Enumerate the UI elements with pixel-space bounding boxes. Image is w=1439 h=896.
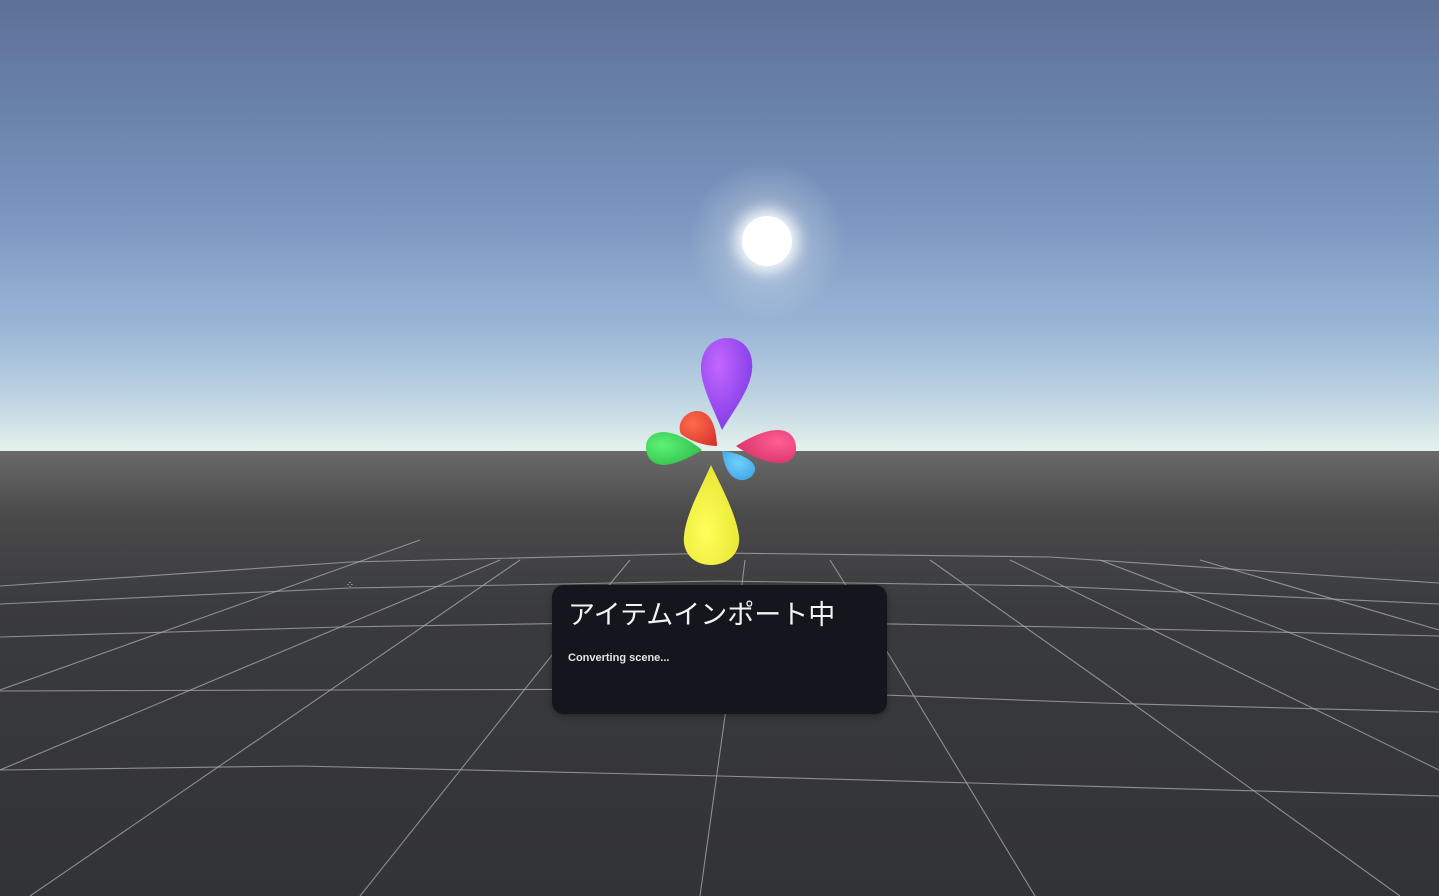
loader-petal-bottom: [683, 465, 740, 565]
import-status-text: Converting scene...: [568, 652, 670, 664]
loader-petal-top: [700, 338, 753, 430]
move-cursor-icon: ⁘: [345, 580, 355, 591]
import-progress-panel: アイテムインポート中 Converting scene...: [552, 585, 887, 714]
loading-spinner-icon: [645, 338, 797, 565]
import-title: アイテムインポート中: [568, 600, 836, 631]
loader-center-blue: [722, 451, 756, 481]
scene-viewport[interactable]: ⁘ アイテムインポート中 Converting scene...: [0, 0, 1439, 896]
